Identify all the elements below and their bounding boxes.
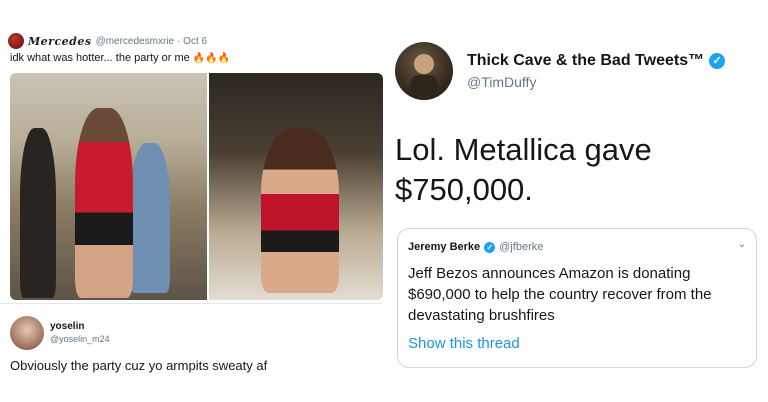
- right-tweet-text: Lol. Metallica gave $750,000.: [395, 132, 652, 207]
- left-tweet-text: idk what was hotter... the party or me 🔥…: [10, 52, 230, 64]
- chevron-down-icon[interactable]: ⌄: [738, 239, 746, 250]
- reply-name[interactable]: yoselin: [50, 321, 84, 332]
- selfie-photo[interactable]: [209, 73, 383, 300]
- reply-tweet: yoselin @yoselin_m24 Obviously the party…: [0, 303, 383, 402]
- reply-handle[interactable]: @yoselin_m24: [50, 334, 110, 344]
- left-tweet-text-body: idk what was hotter... the party or me: [10, 52, 190, 64]
- right-tweet-handle[interactable]: @TimDuffy: [467, 74, 536, 90]
- party-photo[interactable]: [10, 73, 207, 300]
- background-person: [130, 143, 170, 293]
- fire-emoji-icon: 🔥🔥🔥: [192, 53, 231, 64]
- left-tweet-card: Mercedes @mercedesmxrie · Oct 6 idk what…: [0, 0, 383, 402]
- verified-badge-icon: ✓: [709, 53, 726, 69]
- quoted-tweet-header: Jeremy Berke ✓ @jfberke: [408, 241, 543, 253]
- left-tweet-display-name[interactable]: Mercedes: [28, 35, 92, 48]
- left-tweet-date[interactable]: · Oct 6: [177, 36, 207, 47]
- right-tweet-display-name[interactable]: Thick Cave & the Bad Tweets™ ✓: [467, 52, 726, 70]
- verified-badge-icon: ✓: [484, 241, 496, 253]
- reply-text: Obviously the party cuz yo armpits sweat…: [10, 358, 268, 373]
- right-tweet-avatar[interactable]: [395, 42, 453, 100]
- show-thread-link[interactable]: Show this thread: [408, 335, 520, 352]
- reply-avatar[interactable]: [10, 316, 44, 350]
- woman-figure: [261, 128, 339, 293]
- quoted-tweet[interactable]: Jeremy Berke ✓ @jfberke ⌄ Jeff Bezos ann…: [397, 228, 757, 368]
- left-tweet-avatar[interactable]: [8, 33, 24, 49]
- background-person: [20, 128, 56, 298]
- right-tweet-name-text[interactable]: Thick Cave & the Bad Tweets™: [467, 52, 704, 70]
- person-silhouette-icon: [411, 54, 437, 100]
- quoted-tweet-text: Jeff Bezos announces Amazon is donating …: [408, 265, 712, 324]
- quoted-tweet-name[interactable]: Jeremy Berke: [408, 241, 480, 253]
- woman-figure: [75, 108, 133, 298]
- right-tweet-card: Thick Cave & the Bad Tweets™ ✓ @TimDuffy…: [383, 0, 768, 402]
- left-tweet-header: Mercedes @mercedesmxrie · Oct 6: [8, 32, 207, 50]
- left-tweet-media[interactable]: [10, 73, 383, 300]
- quoted-tweet-handle[interactable]: @jfberke: [499, 241, 543, 253]
- left-tweet-handle[interactable]: @mercedesmxrie: [96, 36, 175, 47]
